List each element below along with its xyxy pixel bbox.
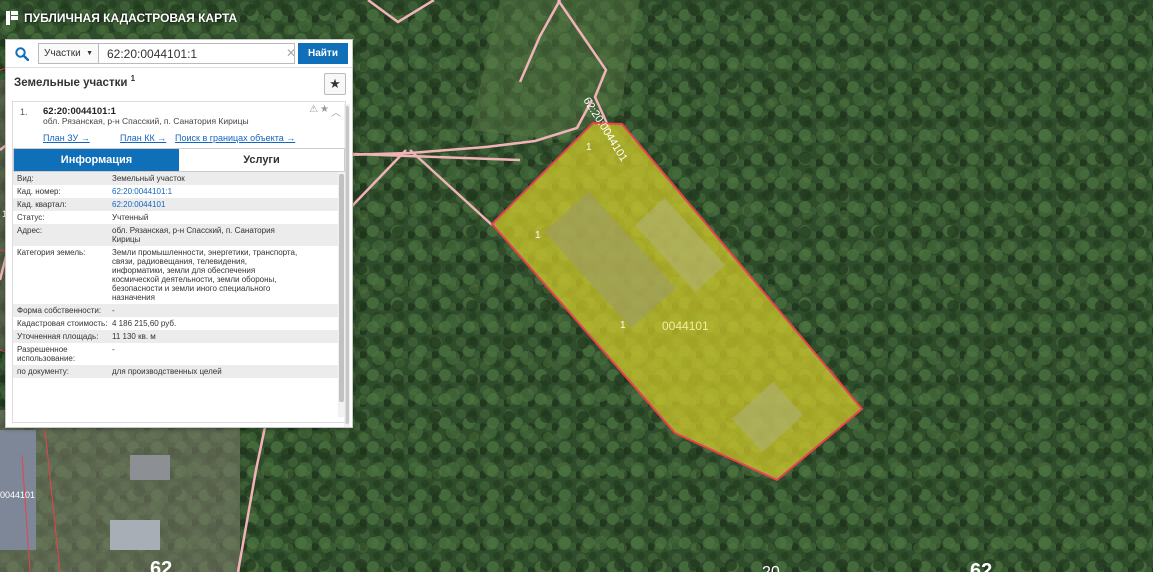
- property-row: Кадастровая стоимость: 4 186 215,60 руб.: [13, 317, 345, 330]
- edge-label: 20: [762, 564, 780, 572]
- property-value[interactable]: 62:20:0044101:1: [112, 187, 302, 196]
- property-key: Разрешенное использование:: [17, 345, 76, 363]
- properties-list: Вид: Земельный участок Кад. номер: 62:20:00…: [13, 172, 345, 422]
- property-row: по документу: для производственных целей: [13, 365, 345, 378]
- app-title: ПУБЛИЧНАЯ КАДАСТРОВАЯ КАРТА: [6, 8, 237, 28]
- close-icon[interactable]: ✕: [286, 46, 296, 60]
- property-value: 4 186 215,60 руб.: [112, 319, 177, 328]
- edge-label: 62: [970, 560, 992, 572]
- property-value: -: [112, 345, 115, 354]
- property-key: Адрес:: [17, 226, 43, 235]
- result-address: обл. Рязанская, р-н Спасский, п. Санатор…: [43, 116, 249, 126]
- edge-label: 0044101: [0, 490, 35, 500]
- results-header: Земельные участки 1 ★: [6, 68, 352, 101]
- parcel-mark: 1: [586, 142, 592, 153]
- property-key: Кад. квартал:: [17, 200, 67, 209]
- property-key: Категория земель:: [17, 248, 86, 257]
- results-count: 1: [130, 74, 136, 83]
- property-value: обл. Рязанская, р-н Спасский, п. Санатор…: [112, 226, 275, 244]
- search-icon[interactable]: [6, 40, 38, 68]
- results-title: Земельные участки: [14, 76, 128, 89]
- property-value: -: [112, 306, 115, 315]
- parcel-label: 0044101: [662, 319, 709, 333]
- object-type-label: Участки: [44, 48, 81, 59]
- chevron-up-icon[interactable]: ︿: [331, 104, 341, 119]
- result-card: 1. 62:20:0044101:1 обл. Рязанская, р-н С…: [12, 101, 346, 423]
- property-value: для производственных целей: [112, 367, 222, 376]
- property-row: Разрешенное использование: -: [13, 343, 345, 365]
- property-key: Уточненная площадь:: [17, 332, 99, 341]
- property-value[interactable]: 62:20:0044101: [112, 200, 302, 209]
- result-number: 1.: [20, 107, 28, 117]
- property-key: Кадастровая стоимость:: [17, 319, 108, 328]
- property-row: Кад. номер: 62:20:0044101:1: [13, 185, 345, 198]
- property-key: Вид:: [17, 174, 34, 183]
- edge-label: 62: [150, 558, 172, 572]
- search-within-link[interactable]: Поиск в границах объекта →: [175, 133, 295, 143]
- property-row: Статус: Учтенный: [13, 211, 345, 224]
- parcel-mark: 1: [535, 230, 541, 241]
- property-value: Земельный участок: [112, 174, 185, 183]
- object-type-select[interactable]: Участки ▼: [38, 43, 98, 64]
- result-card-header: 1. 62:20:0044101:1 обл. Рязанская, р-н С…: [13, 102, 345, 148]
- property-key: Форма собственности:: [17, 306, 102, 315]
- chevron-down-icon: ▼: [86, 50, 93, 57]
- property-row: Адрес: обл. Рязанская, р-н Спасский, п. С…: [13, 224, 345, 246]
- properties-scrollbar-thumb[interactable]: [339, 174, 344, 402]
- property-row: Категория земель: Земли промышленности, э…: [13, 246, 345, 304]
- property-value: 11 130 кв. м: [112, 332, 156, 341]
- parcel-mark: 1: [620, 320, 626, 331]
- tab-information[interactable]: Информация: [14, 149, 179, 171]
- property-row: Уточненная площадь: 11 130 кв. м: [13, 330, 345, 343]
- search-panel: Участки ▼ ✕ Найти Земельные участки 1 ★ …: [5, 39, 353, 428]
- app-title-text: ПУБЛИЧНАЯ КАДАСТРОВАЯ КАРТА: [24, 11, 238, 25]
- property-row: Вид: Земельный участок: [13, 172, 345, 185]
- property-row: Форма собственности: -: [13, 304, 345, 317]
- plan-kk-link[interactable]: План КК →: [120, 133, 166, 143]
- tab-services[interactable]: Услуги: [179, 149, 344, 171]
- property-value: Земли промышленности, энергетики, трансп…: [112, 248, 298, 302]
- logo-icon: [6, 11, 18, 25]
- find-button[interactable]: Найти: [298, 43, 348, 64]
- property-key: Кад. номер:: [17, 187, 61, 196]
- property-key: по документу:: [17, 367, 69, 376]
- property-key: Статус:: [17, 213, 45, 222]
- property-value: Учтенный: [112, 213, 149, 222]
- result-card-icons: ⚠ ★ ︿: [309, 104, 341, 119]
- info-tabs: Информация Услуги: [13, 148, 345, 172]
- star-icon[interactable]: ★: [320, 104, 329, 119]
- plan-zu-link[interactable]: План ЗУ →: [43, 133, 90, 143]
- favorites-button[interactable]: ★: [324, 73, 346, 95]
- star-icon: ★: [329, 76, 341, 91]
- property-row: Кад. квартал: 62:20:0044101: [13, 198, 345, 211]
- search-bar: Участки ▼ ✕ Найти: [6, 40, 352, 68]
- search-input[interactable]: [98, 43, 295, 64]
- warning-icon[interactable]: ⚠: [309, 104, 318, 119]
